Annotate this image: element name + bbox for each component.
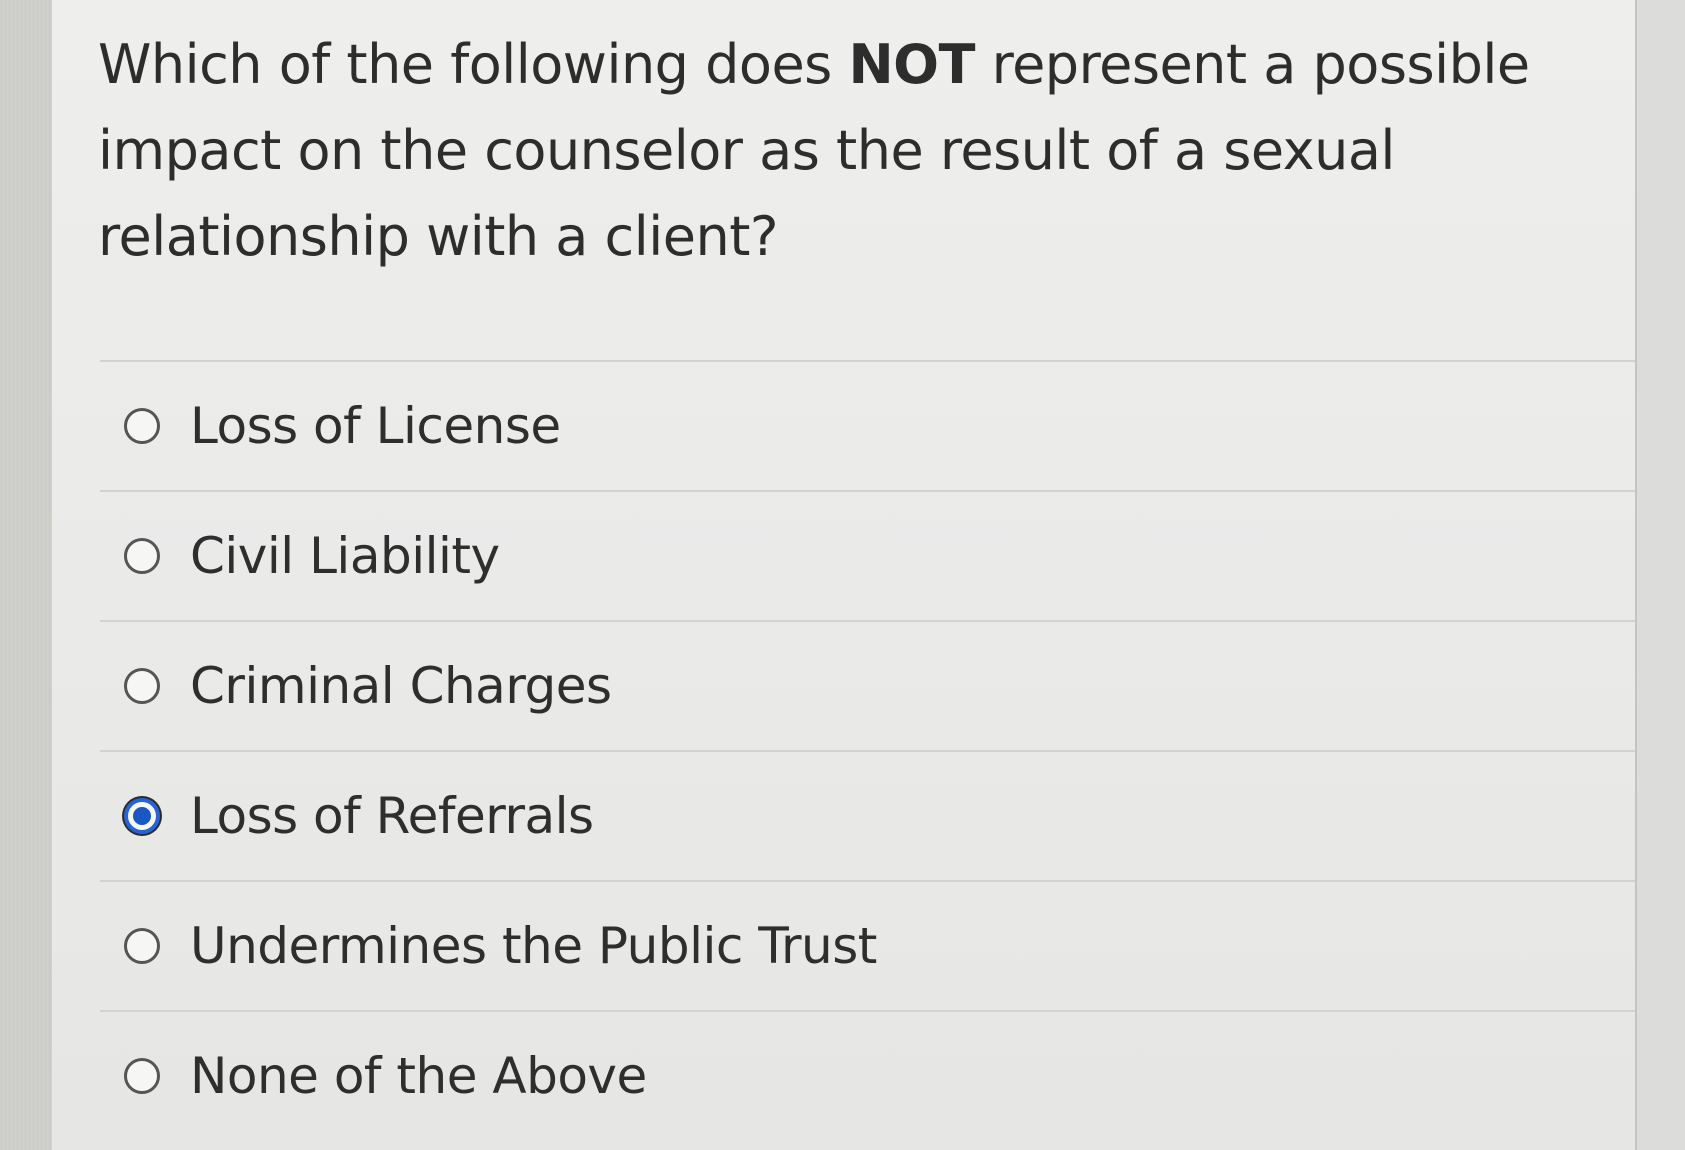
answer-label: Loss of Referrals	[190, 787, 594, 845]
answer-option-loss-of-referrals[interactable]: Loss of Referrals	[100, 750, 1640, 880]
answer-label: Undermines the Public Trust	[190, 917, 877, 975]
radio-button[interactable]	[124, 668, 160, 704]
quiz-question-panel: Which of the following does NOT represen…	[52, 0, 1640, 1150]
radio-button[interactable]	[124, 408, 160, 444]
answer-label: Civil Liability	[190, 527, 500, 585]
radio-button[interactable]	[124, 1058, 160, 1094]
radio-button[interactable]	[124, 538, 160, 574]
question-emphasis: NOT	[848, 33, 975, 96]
answer-option-undermines-public-trust[interactable]: Undermines the Public Trust	[100, 880, 1640, 1010]
page-left-margin	[0, 0, 52, 1150]
answer-option-none-of-the-above[interactable]: None of the Above	[100, 1010, 1640, 1140]
answer-option-loss-of-license[interactable]: Loss of License	[100, 360, 1640, 490]
answer-label: None of the Above	[190, 1047, 647, 1105]
answer-option-criminal-charges[interactable]: Criminal Charges	[100, 620, 1640, 750]
answer-label: Criminal Charges	[190, 657, 612, 715]
radio-button-selected[interactable]	[124, 798, 160, 834]
page-right-margin	[1635, 0, 1685, 1150]
question-text-start: Which of the following does	[98, 33, 849, 96]
answer-label: Loss of License	[190, 397, 561, 455]
answer-option-civil-liability[interactable]: Civil Liability	[100, 490, 1640, 620]
radio-button[interactable]	[124, 928, 160, 964]
answer-list: Loss of License Civil Liability Criminal…	[100, 360, 1640, 1140]
question-text: Which of the following does NOT represen…	[98, 22, 1618, 280]
